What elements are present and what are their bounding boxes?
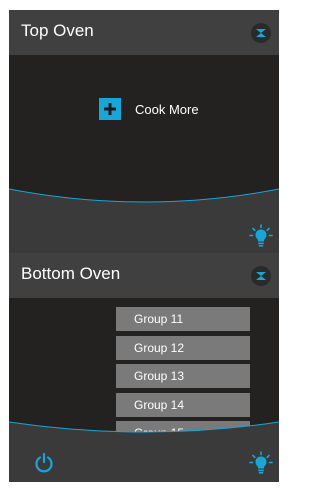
group-item[interactable]: Group 14: [116, 392, 250, 417]
oven-control-panel: Top Oven Cook More Bottom Oven Group 11 …: [9, 10, 279, 482]
top-oven-collapse-button[interactable]: [251, 23, 271, 43]
cook-more-label: Cook More: [135, 101, 199, 117]
bottom-oven-footer: [9, 444, 279, 482]
top-oven-header: Top Oven: [9, 10, 279, 55]
top-oven-footer: [9, 217, 279, 255]
top-oven-title: Top Oven: [21, 21, 94, 40]
light-bulb-icon[interactable]: [249, 224, 273, 248]
bottom-oven-collapse-button[interactable]: [251, 266, 271, 286]
group-item[interactable]: Group 12: [116, 335, 250, 360]
chevron-double-icon: [256, 272, 266, 280]
top-oven-curve: [9, 188, 279, 217]
bottom-oven-header: Bottom Oven: [9, 253, 279, 298]
light-bulb-icon[interactable]: [249, 451, 273, 475]
group-item[interactable]: Group 13: [116, 364, 250, 389]
chevron-double-icon: [256, 29, 266, 37]
bottom-oven-body: Group 11 Group 12 Group 13 Group 14 Grou…: [9, 298, 279, 444]
plus-icon: [99, 98, 121, 120]
power-icon[interactable]: [33, 452, 55, 474]
group-item[interactable]: Group 11: [116, 307, 250, 331]
bottom-oven-title: Bottom Oven: [21, 264, 121, 283]
bottom-oven-curve: [9, 421, 279, 444]
cook-more-button[interactable]: Cook More: [99, 98, 199, 120]
top-oven-body: Cook More: [9, 55, 279, 217]
